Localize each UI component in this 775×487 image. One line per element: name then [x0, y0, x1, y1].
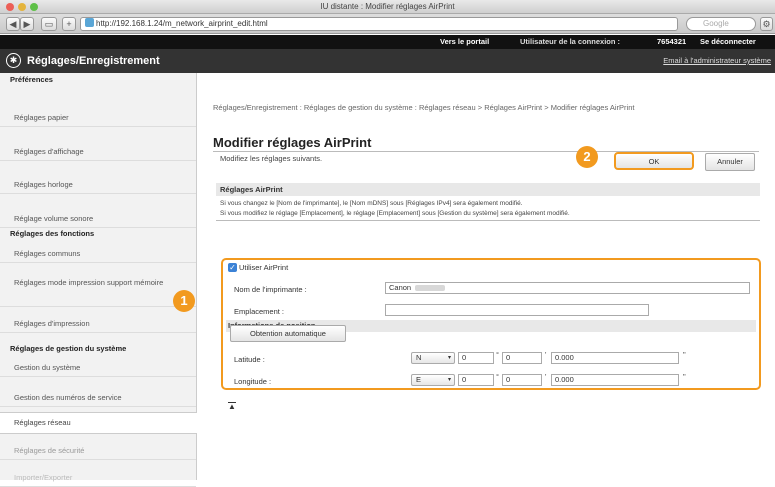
user-label: Utilisateur de la connexion :	[520, 37, 621, 46]
section-header-airprint: Réglages AirPrint	[216, 183, 760, 196]
back-button[interactable]: ◀	[6, 17, 20, 31]
sidebar-item-service-numbers[interactable]: Gestion des numéros de service	[0, 389, 196, 407]
degree-unit: °	[496, 350, 499, 359]
search-field[interactable]: Google	[686, 17, 756, 31]
sidebar-item-volume[interactable]: Réglage volume sonore	[0, 210, 196, 228]
chevron-down-icon: ▾	[447, 377, 451, 383]
forward-button[interactable]: ▶	[20, 17, 34, 31]
address-bar-url: http://192.168.1.24/m_network_airprint_e…	[96, 19, 268, 28]
site-icon	[85, 18, 94, 27]
settings-logo-icon: ✱	[6, 53, 21, 68]
latitude-direction-value: N	[416, 353, 422, 362]
sidebar-item-memory-print[interactable]: Réglages mode impression support mémoire	[0, 273, 196, 307]
note-printer-name: Si vous changez le [Nom de l'imprimante]…	[220, 200, 523, 207]
printer-name-label: Nom de l'imprimante :	[234, 285, 307, 294]
instruction-text: Modifiez les réglages suivants.	[220, 154, 323, 163]
longitude-label: Longitude :	[234, 377, 272, 386]
top-strip: Vers le portail Utilisateur de la connex…	[0, 35, 775, 49]
settings-gear-icon[interactable]: ⚙	[760, 17, 773, 31]
sidebar: Préférences Réglages papier Réglages d'a…	[0, 73, 197, 487]
longitude-direction-select[interactable]: E ▾	[411, 374, 455, 386]
printer-name-input[interactable]: Canon	[385, 282, 750, 294]
sidebar-item-system-management[interactable]: Gestion du système	[0, 359, 196, 377]
location-input[interactable]	[385, 304, 649, 316]
window-controls[interactable]	[6, 3, 38, 11]
bookmarks-button[interactable]: ▭	[41, 17, 57, 31]
cancel-button[interactable]: Annuler	[705, 153, 755, 171]
address-bar[interactable]: http://192.168.1.24/m_network_airprint_e…	[80, 17, 678, 31]
chevron-down-icon: ▾	[447, 355, 451, 361]
longitude-direction-value: E	[416, 375, 422, 384]
latitude-minutes-input[interactable]: 0	[502, 352, 542, 364]
degree-unit: °	[496, 372, 499, 381]
logout-link[interactable]: Se déconnecter	[700, 35, 756, 49]
portal-link[interactable]: Vers le portail	[440, 35, 489, 49]
close-window-icon[interactable]	[6, 3, 14, 11]
app-header: ✱ Réglages/Enregistrement Email à l'admi…	[0, 49, 775, 73]
user-value: 7654321	[657, 37, 687, 46]
sidebar-item-clock[interactable]: Réglages horloge	[0, 176, 196, 194]
sidebar-item-display[interactable]: Réglages d'affichage	[0, 143, 196, 161]
minute-unit: '	[545, 372, 547, 381]
latitude-direction-select[interactable]: N ▾	[411, 352, 455, 364]
sidebar-item-common[interactable]: Réglages communs	[0, 245, 196, 263]
maximize-window-icon[interactable]	[30, 3, 38, 11]
ok-button[interactable]: OK	[614, 152, 694, 170]
minute-unit: '	[545, 350, 547, 359]
printer-name-value: Canon	[389, 283, 412, 292]
auto-obtain-button[interactable]: Obtention automatique	[230, 325, 346, 342]
sidebar-section-system: Réglages de gestion du système	[10, 344, 127, 353]
sidebar-item-security[interactable]: Réglages de sécurité	[0, 442, 196, 460]
sidebar-section-functions: Réglages des fonctions	[10, 229, 95, 238]
second-unit: "	[683, 372, 686, 381]
longitude-minutes-input[interactable]: 0	[502, 374, 542, 386]
browser-toolbar: ◀ ▶ ▭ + http://192.168.1.24/m_network_ai…	[0, 14, 775, 34]
latitude-label: Latitude :	[234, 355, 265, 364]
section-divider	[216, 220, 760, 221]
sidebar-item-network[interactable]: Réglages réseau	[0, 412, 197, 434]
latitude-seconds-input[interactable]: 0.000	[551, 352, 679, 364]
use-airprint-checkbox[interactable]: ✓	[228, 263, 237, 272]
sidebar-item-import-export[interactable]: Importer/Exporter	[0, 469, 196, 487]
sidebar-item-printing[interactable]: Réglages d'impression	[0, 315, 196, 333]
longitude-degrees-input[interactable]: 0	[458, 374, 494, 386]
location-label: Emplacement :	[234, 307, 285, 316]
longitude-seconds-input[interactable]: 0.000	[551, 374, 679, 386]
redacted-text	[415, 285, 446, 292]
back-to-top-link[interactable]: ▲	[228, 402, 236, 411]
use-airprint-label: Utiliser AirPrint	[239, 263, 289, 272]
note-location: Si vous modifiez le réglage [Emplacement…	[220, 210, 570, 217]
minimize-window-icon[interactable]	[18, 3, 26, 11]
add-bookmark-button[interactable]: +	[62, 17, 76, 31]
step-badge-1: 1	[173, 290, 195, 312]
second-unit: "	[683, 350, 686, 359]
page-title: Modifier réglages AirPrint	[213, 135, 372, 150]
window-title: IU distante : Modifier réglages AirPrint	[320, 2, 455, 11]
sidebar-section-preferences: Préférences	[10, 75, 53, 84]
admin-email-link[interactable]: Email à l'administrateur système	[663, 56, 771, 65]
app-title: Réglages/Enregistrement	[27, 55, 160, 67]
step-badge-2: 2	[576, 146, 598, 168]
breadcrumb: Réglages/Enregistrement : Réglages de ge…	[213, 103, 635, 112]
latitude-degrees-input[interactable]: 0	[458, 352, 494, 364]
sidebar-item-paper[interactable]: Réglages papier	[0, 109, 196, 127]
window-titlebar: IU distante : Modifier réglages AirPrint	[0, 0, 775, 14]
